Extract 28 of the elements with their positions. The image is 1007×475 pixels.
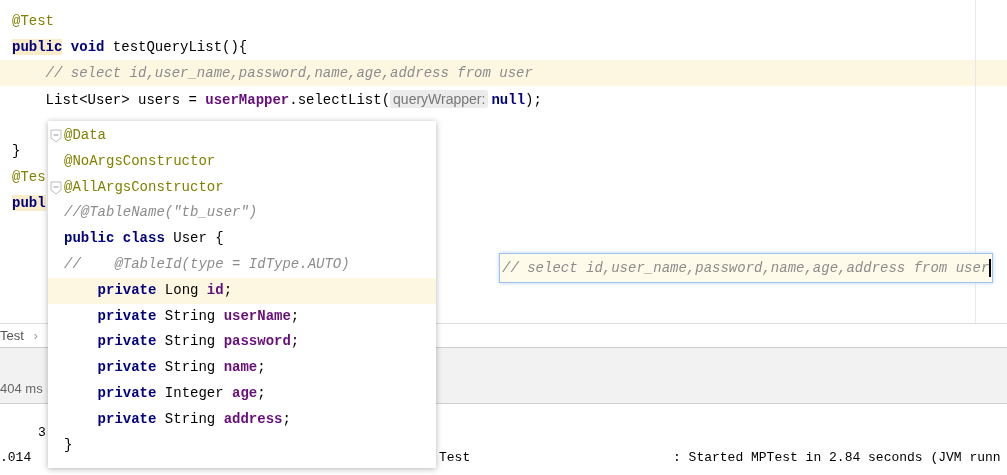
code-line: @NoArgsConstructor	[64, 152, 216, 169]
code-line: private String name;	[96, 359, 266, 376]
code-line: private Integer age;	[96, 384, 266, 401]
console-text: .014	[0, 450, 32, 465]
code-line: private Long id;	[96, 281, 233, 298]
fold-icon[interactable]	[50, 129, 62, 143]
code-line: public class User {	[64, 230, 224, 247]
console-text: : Started MPTest in 2.84 seconds (JVM runn	[673, 450, 1001, 465]
code-line: // @TableId(type = IdType.AUTO)	[64, 256, 350, 272]
code-line: @AllArgsConstructor	[64, 178, 224, 195]
code-line: private String userName;	[96, 307, 300, 324]
code-line: private String address;	[96, 410, 291, 427]
fold-icon[interactable]	[50, 180, 62, 195]
code-line: }	[12, 143, 21, 159]
console-text: 3	[38, 425, 46, 440]
breadcrumb-separator: ›	[33, 328, 38, 343]
breadcrumb-item[interactable]: Test	[0, 328, 24, 343]
test-duration: 404 ms	[0, 381, 43, 396]
code-line: // select id,user_name,password,name,age,address from user	[44, 65, 533, 81]
code-line: public void testQueryList(){	[12, 39, 248, 55]
code-line: @Data	[64, 127, 106, 143]
code-line: //@TableName("tb_user")	[64, 204, 258, 221]
code-line: @Tes	[12, 169, 46, 185]
code-line: List<User> users = userMapper.selectList( queryWrapper: null);	[44, 92, 542, 108]
code-line: private String password;	[96, 333, 300, 350]
code-line: @Test	[12, 13, 54, 29]
code-line: }	[64, 436, 73, 453]
console-text: Test	[439, 450, 471, 465]
